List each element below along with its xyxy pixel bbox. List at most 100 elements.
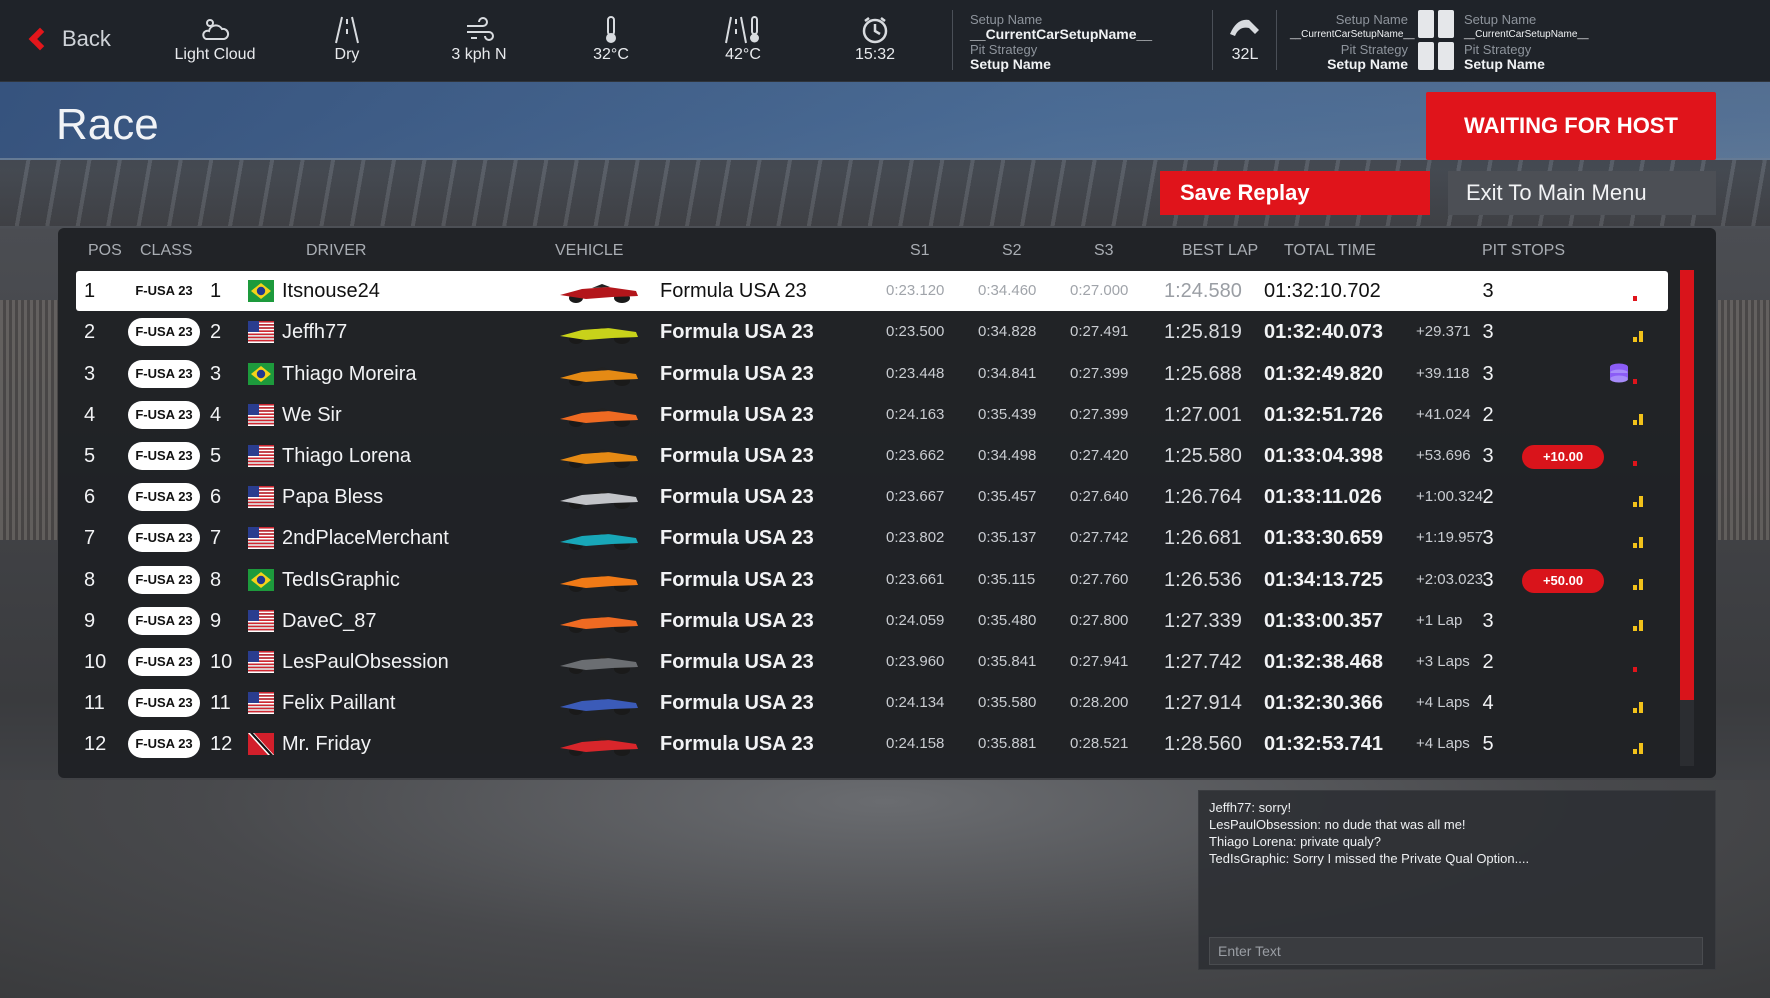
sector-2-time: 0:35.841	[978, 653, 1037, 670]
sector-2-time: 0:35.580	[978, 694, 1037, 712]
connection-signal-icon	[1632, 738, 1646, 755]
fuel-level: 32L	[1220, 14, 1270, 64]
table-row[interactable]: 2 F-USA 23 2 Jeffh77 Formula USA 23 0:23.500 0…	[76, 312, 1668, 352]
setup-info-main: Setup Name __CurrentCarSetupName__ Pit S…	[970, 12, 1153, 72]
pit-stop-count: 2	[1482, 651, 1494, 673]
penalty-badge: +50.00	[1522, 568, 1604, 593]
table-row[interactable]: 9 F-USA 23 9 DaveC_87 Formula USA 23 0:24.059…	[76, 601, 1668, 641]
car-livery-image	[552, 564, 646, 596]
sector-2-time: 0:34.460	[978, 282, 1037, 300]
chat-message: TedIsGraphic: Sorry I missed the Private…	[1209, 851, 1530, 866]
sector-3-time: 0:28.200	[1070, 694, 1129, 712]
vehicle-name: Formula USA 23	[660, 280, 807, 303]
back-button[interactable]: Back	[28, 26, 111, 52]
driver-name: Itsnouse24	[282, 280, 380, 303]
header-vehicle: VEHICLE	[555, 242, 624, 259]
total-time: 01:32:49.820	[1264, 362, 1383, 385]
pit-stop-count: 3	[1482, 568, 1494, 591]
row-position: 9	[84, 609, 96, 632]
row-position: 7	[84, 527, 96, 550]
setup-info-right: Setup Name __CurrentCarSetupName__ Pit S…	[1464, 12, 1589, 72]
brazil-flag	[248, 280, 274, 303]
gap-to-leader: +53.696	[1416, 447, 1471, 464]
total-time: 01:33:11.026	[1264, 486, 1382, 509]
car-livery-image	[552, 481, 646, 513]
table-row[interactable]: 10 F-USA 23 10 LesPaulObsession Formula USA …	[76, 642, 1668, 682]
exit-to-main-menu-button[interactable]: Exit To Main Menu	[1448, 171, 1716, 215]
chat-input[interactable]	[1209, 937, 1703, 965]
connection-signal-icon	[1632, 656, 1646, 672]
car-livery-image	[552, 646, 646, 678]
car-number: 9	[210, 609, 222, 632]
scrollbar-thumb[interactable]	[1680, 270, 1694, 700]
sector-1-time: 0:23.802	[886, 529, 945, 547]
row-position: 11	[84, 692, 105, 715]
car-livery-image	[552, 275, 646, 307]
best-lap-time: 1:25.688	[1164, 362, 1242, 385]
class-badge: F-USA 23	[135, 283, 193, 299]
road-dry-icon	[292, 12, 402, 46]
total-time: 01:33:04.398	[1264, 445, 1383, 467]
table-row[interactable]: 6 F-USA 23 6 Papa Bless Formula USA 23 0:23.6…	[76, 477, 1668, 517]
save-replay-button[interactable]: Save Replay	[1160, 171, 1430, 215]
table-row[interactable]: 7 F-USA 23 7 2ndPlaceMerchant Formula USA 23…	[76, 518, 1668, 558]
table-row[interactable]: 1 F-USA 23 1 Itsnouse24 Formula USA 23 0:23.1…	[76, 271, 1668, 312]
header-total-time: TOTAL TIME	[1284, 242, 1376, 259]
usa-flag	[248, 403, 274, 426]
scrollbar[interactable]	[1680, 270, 1694, 766]
total-time: 01:32:40.073	[1264, 321, 1383, 344]
header-s1: S1	[910, 242, 930, 259]
sector-1-time: 0:24.158	[886, 735, 945, 753]
wind-icon	[424, 12, 534, 46]
table-row[interactable]: 11 F-USA 23 11 Felix Paillant Formula USA 23…	[76, 683, 1668, 723]
page-title: Race	[56, 100, 159, 149]
sector-3-time: 0:27.399	[1070, 405, 1129, 423]
connection-signal-icon	[1632, 326, 1646, 343]
setup-info-left: Setup Name __CurrentCarSetupName__ Pit S…	[1290, 12, 1415, 72]
usa-flag	[248, 692, 274, 715]
sector-1-time: 0:23.500	[886, 323, 945, 341]
header-best-lap: BEST LAP	[1182, 242, 1259, 259]
table-row[interactable]: 3 F-USA 23 3 Thiago Moreira Formula USA 23 0:…	[76, 354, 1668, 394]
car-livery-image	[552, 522, 646, 554]
gap-to-leader: +1:00.324	[1416, 488, 1484, 506]
best-lap-time: 1:27.339	[1164, 609, 1242, 632]
driver-name: Thiago Lorena	[282, 445, 411, 467]
driver-name: We Sir	[282, 403, 342, 426]
usa-flag	[248, 321, 274, 344]
best-lap-time: 1:26.681	[1164, 527, 1242, 550]
brazil-flag	[248, 568, 274, 591]
car-number: 3	[210, 362, 222, 385]
table-row[interactable]: 4 F-USA 23 4 We Sir Formula USA 23 0:24.163 0:…	[76, 395, 1668, 435]
usa-flag	[248, 445, 274, 467]
gap-to-leader: +39.118	[1416, 364, 1470, 382]
top-bar: Back Light Cloud Dry 3 kph N 32°C 42°C 1…	[0, 0, 1770, 82]
pit-stop-count: 2	[1482, 486, 1494, 509]
connection-signal-icon	[1632, 491, 1646, 508]
row-position: 1	[84, 280, 96, 303]
air-temp-icon	[556, 12, 666, 46]
best-lap-time: 1:27.001	[1164, 403, 1242, 426]
usa-flag	[248, 651, 274, 673]
weather-cloud: Light Cloud	[160, 12, 270, 64]
header-driver: DRIVER	[306, 242, 367, 259]
best-lap-time: 1:24.580	[1164, 280, 1242, 303]
results-table: POS CLASS DRIVER VEHICLE S1 S2 S3 BEST L…	[58, 228, 1716, 778]
table-row[interactable]: 5 F-USA 23 5 Thiago Lorena Formula USA 23 0:2…	[76, 436, 1668, 476]
sector-2-time: 0:34.498	[978, 447, 1037, 464]
gap-to-leader: +4 Laps	[1416, 694, 1470, 712]
car-number: 8	[210, 568, 222, 591]
sector-1-time: 0:24.134	[886, 694, 945, 712]
waiting-for-host-button[interactable]: WAITING FOR HOST	[1426, 92, 1716, 160]
table-row[interactable]: 12 F-USA 23 12 Mr. Friday Formula USA 23 0:24…	[76, 724, 1668, 764]
divider	[952, 10, 953, 70]
class-badge: F-USA 23	[128, 524, 200, 553]
table-row[interactable]: 8 F-USA 23 8 TedIsGraphic Formula USA 23 0:23…	[76, 560, 1668, 600]
clock-icon	[820, 12, 930, 46]
row-position: 12	[84, 733, 107, 756]
driver-name: 2ndPlaceMerchant	[282, 527, 449, 550]
table-header: POS CLASS DRIVER VEHICLE S1 S2 S3 BEST L…	[58, 242, 1716, 266]
total-time: 01:33:30.659	[1264, 527, 1383, 550]
sector-1-time: 0:23.120	[886, 282, 945, 300]
weather-wind: 3 kph N	[424, 12, 534, 64]
